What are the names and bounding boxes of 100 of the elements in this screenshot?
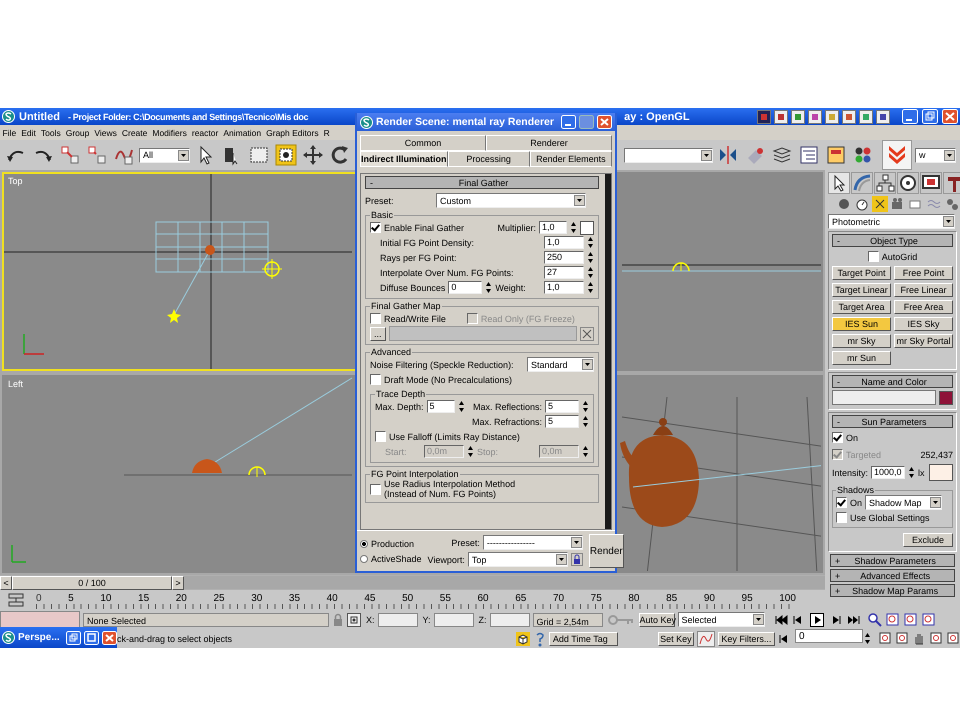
set-key-button[interactable]: Set Key	[658, 632, 694, 646]
render-button[interactable]: Render	[588, 534, 624, 568]
checkbox[interactable]	[370, 484, 381, 494]
object-type-button[interactable]: Target Point	[832, 266, 891, 280]
rollout-header[interactable]: - Sun Parameters	[832, 415, 953, 428]
menu-item[interactable]: File	[0, 128, 19, 138]
wheel-icon[interactable]	[897, 172, 919, 194]
coordinate-field[interactable]	[378, 612, 418, 626]
schematic-icon[interactable]	[825, 144, 847, 166]
radio-button[interactable]	[360, 554, 368, 562]
tab[interactable]: Indirect Illumination	[360, 151, 448, 167]
quick-launch-icon[interactable]	[876, 110, 890, 124]
key-filters-button[interactable]: Key Filters...	[718, 632, 775, 646]
tangent-icon[interactable]	[696, 630, 715, 646]
quick-launch-icon[interactable]	[774, 110, 788, 124]
object-type-button[interactable]: Free Point	[894, 266, 953, 280]
object-type-button[interactable]: Target Area	[832, 300, 891, 314]
clear-icon[interactable]	[580, 326, 594, 340]
exclude-button[interactable]: Exclude	[902, 532, 953, 546]
object-type-button[interactable]: Target Linear	[832, 283, 891, 297]
cursor-icon[interactable]	[828, 172, 850, 194]
quick-launch-icon[interactable]	[859, 110, 873, 124]
close-icon[interactable]	[597, 115, 612, 129]
quick-launch-icon[interactable]	[791, 110, 805, 124]
object-type-button[interactable]: IES Sky	[894, 317, 953, 331]
frame-field[interactable]: 0	[795, 629, 863, 643]
scrollbar[interactable]	[605, 174, 611, 529]
coordinate-field[interactable]	[490, 612, 530, 626]
noise-filter-dropdown[interactable]: Standard	[527, 357, 594, 372]
spinner-icon[interactable]	[458, 400, 465, 413]
render-mode-dropdown[interactable]: w	[915, 148, 956, 162]
shadow-type-dropdown[interactable]: Shadow Map	[865, 495, 942, 510]
rollout-header[interactable]: - Object Type	[832, 234, 953, 247]
color-swatch[interactable]	[580, 220, 594, 234]
object-type-button[interactable]: mr Sun	[832, 351, 891, 365]
object-type-button[interactable]: mr Sky	[832, 334, 891, 348]
maximize-viewport-icon[interactable]	[946, 631, 960, 646]
viewport-dropdown[interactable]: Top	[468, 552, 568, 567]
number-field[interactable]: 27	[544, 266, 584, 279]
tab[interactable]: Common	[360, 135, 486, 151]
object-type-button[interactable]: Free Linear	[894, 283, 953, 297]
number-field[interactable]: 1,0	[544, 281, 584, 294]
named-selection-field[interactable]	[624, 148, 713, 162]
spinner-icon[interactable]	[587, 236, 594, 249]
minimized-window[interactable]: Perspe...	[0, 627, 117, 648]
menu-item[interactable]: Tools	[38, 128, 64, 138]
zoom-all-icon[interactable]	[884, 612, 900, 627]
color-swatch[interactable]	[939, 390, 953, 404]
script-listener-field[interactable]	[0, 611, 80, 628]
menu-item[interactable]: Group	[63, 128, 92, 138]
zoom-icon[interactable]	[866, 612, 882, 627]
previous-frame-button[interactable]: <	[0, 576, 12, 590]
spinner-icon[interactable]	[582, 415, 589, 428]
number-field[interactable]: 1,0	[539, 221, 567, 234]
number-field[interactable]: 250	[544, 251, 584, 264]
quick-launch-icon[interactable]	[842, 110, 856, 124]
spinner-icon[interactable]	[582, 400, 589, 413]
checkbox[interactable]	[370, 374, 381, 385]
tab[interactable]: Render Elements	[530, 151, 612, 167]
mirror-icon[interactable]	[717, 144, 739, 166]
number-field[interactable]: 1,0	[544, 236, 584, 249]
rollout-header[interactable]: + Shadow Map Params	[830, 584, 955, 597]
browse-button[interactable]: ...	[370, 326, 386, 340]
number-field[interactable]: 5	[426, 400, 455, 413]
menu-item[interactable]: Edit	[18, 128, 38, 138]
tab[interactable]: Processing	[448, 151, 530, 167]
menu-item[interactable]: R	[321, 128, 332, 138]
spinner-icon[interactable]	[908, 466, 916, 479]
close-icon[interactable]	[102, 630, 117, 644]
quick-launch-icon[interactable]	[808, 110, 822, 124]
tab[interactable]: Renderer	[486, 135, 612, 151]
spinner-icon[interactable]	[582, 445, 589, 458]
restore-icon[interactable]	[922, 109, 938, 124]
menu-item[interactable]: Create	[119, 128, 150, 138]
spinner-icon[interactable]	[485, 281, 492, 294]
zoom-extents-all-icon[interactable]	[920, 612, 936, 627]
add-time-tag-button[interactable]: Add Time Tag	[548, 632, 618, 646]
region-zoom-icon[interactable]	[895, 631, 909, 646]
menu-item[interactable]: Graph Editors	[264, 128, 322, 138]
double-chevron-icon[interactable]	[882, 140, 912, 170]
selection-filter-dropdown[interactable]: All	[139, 148, 190, 162]
preset-dropdown[interactable]: Custom	[436, 193, 586, 208]
checkbox[interactable]	[370, 313, 381, 324]
go-to-start-icon[interactable]	[774, 612, 788, 626]
minimize-icon[interactable]	[561, 115, 576, 129]
spinner-icon[interactable]	[587, 251, 594, 264]
category-dropdown[interactable]: Photometric	[828, 214, 955, 229]
checkbox[interactable]	[868, 251, 879, 262]
lock-icon[interactable]	[570, 553, 583, 566]
monitor-icon[interactable]	[920, 172, 942, 194]
rollout-header[interactable]: + Shadow Parameters	[830, 554, 955, 567]
move-icon[interactable]	[302, 144, 324, 166]
menu-item[interactable]: Modifiers	[150, 128, 190, 138]
coordinate-field[interactable]	[434, 612, 474, 626]
unlink-icon[interactable]	[86, 144, 108, 166]
minimize-icon[interactable]	[902, 109, 918, 124]
hammer-icon[interactable]	[943, 172, 960, 194]
track-bar-icon[interactable]	[6, 591, 26, 609]
zoom-extents-icon[interactable]	[902, 612, 918, 627]
number-field[interactable]: 5	[545, 415, 579, 428]
